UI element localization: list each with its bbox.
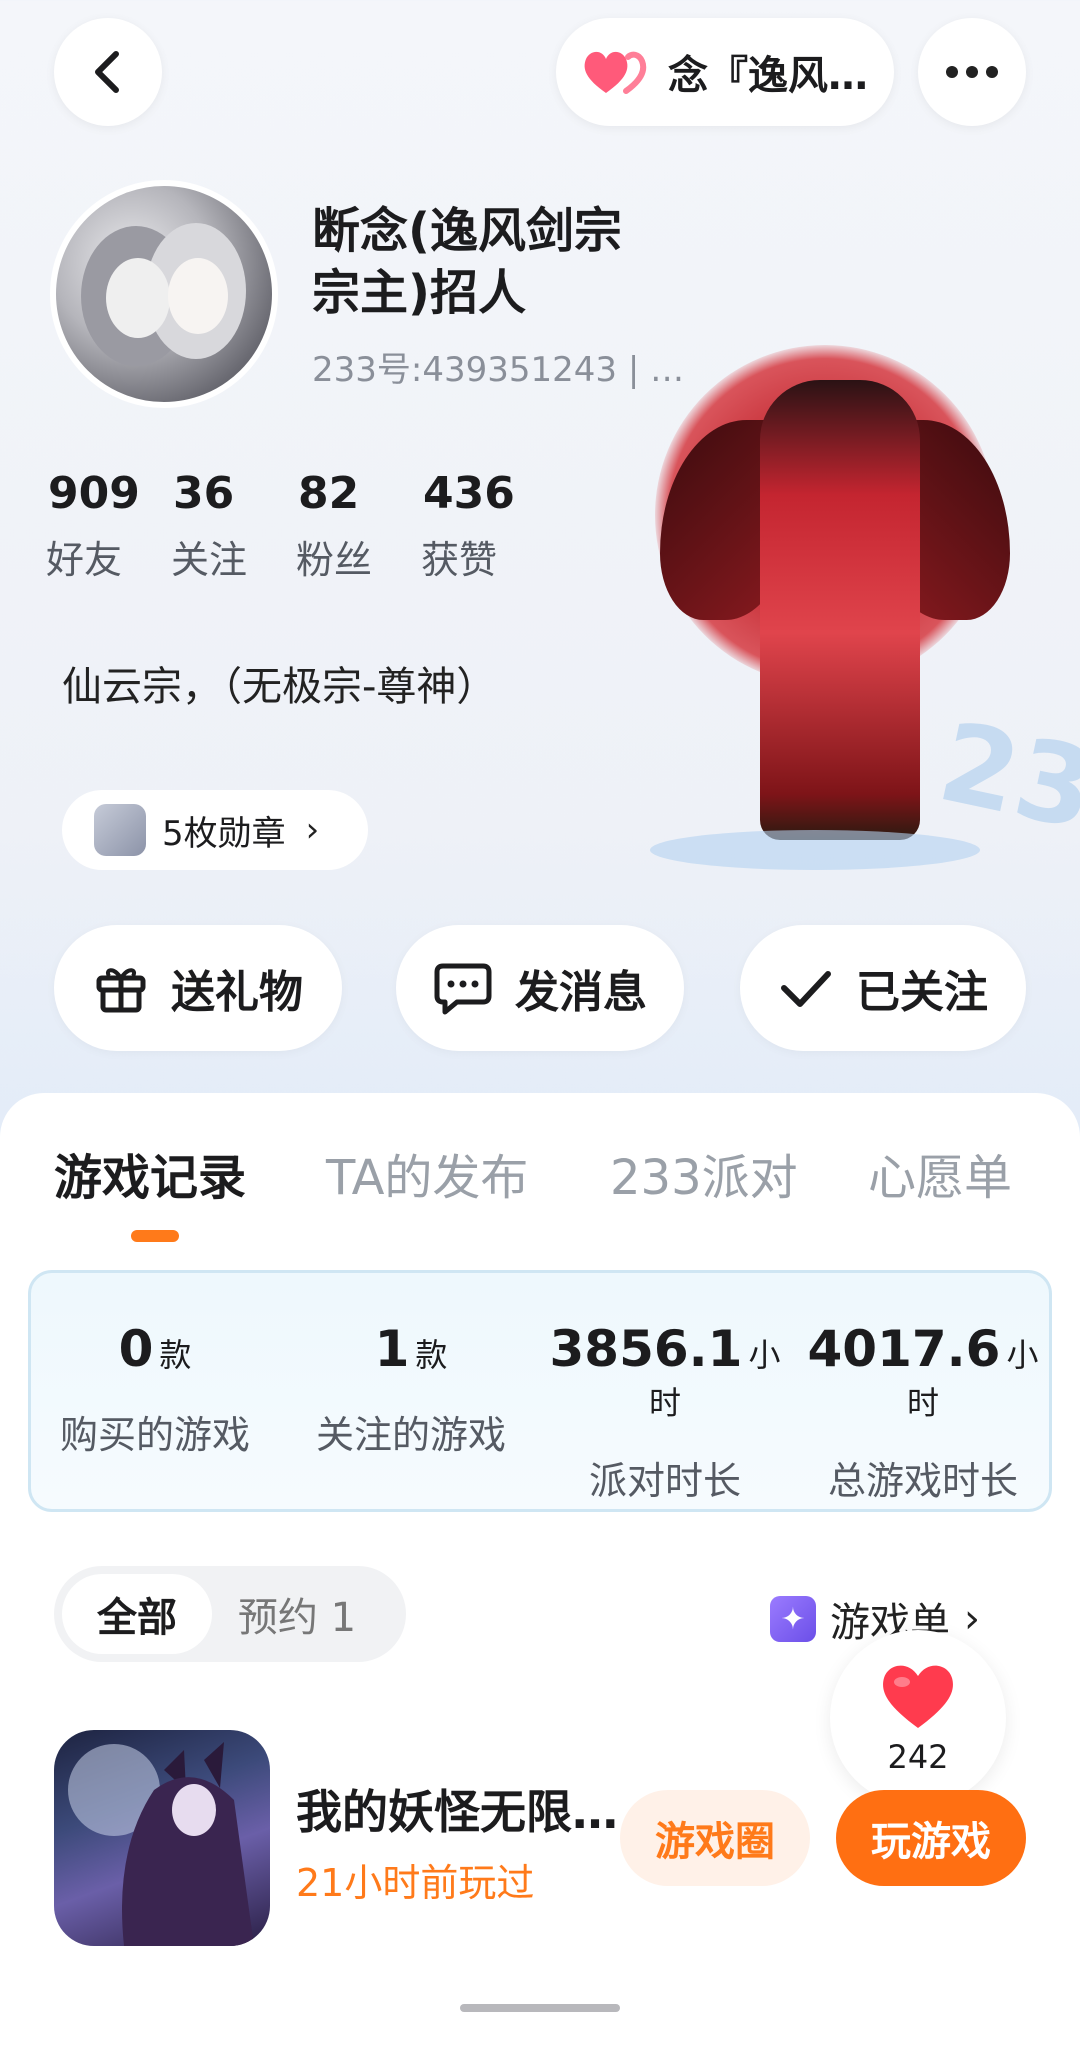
stat-label: 购买的游戏	[59, 1413, 250, 1457]
chevron-right-icon: ›	[964, 1596, 980, 1642]
username: 断念(逸风剑宗宗主)招人	[312, 203, 622, 321]
avatar-3d-figure[interactable]	[760, 380, 920, 840]
avatar-platform	[650, 830, 980, 870]
send-message-label: 发消息	[515, 967, 647, 1018]
stat-value: 0	[118, 1320, 154, 1378]
bio-text: 仙云宗，（无极宗-尊神）	[62, 664, 497, 710]
tab-party[interactable]: 233派对	[610, 1138, 798, 1208]
avatar[interactable]	[50, 180, 278, 408]
home-indicator[interactable]	[460, 2004, 620, 2012]
check-icon	[781, 971, 831, 1007]
dot-icon	[986, 66, 998, 78]
user-id[interactable]: 233号:439351243 | …	[312, 342, 684, 391]
tab-wishlist[interactable]: 心愿单	[868, 1138, 1012, 1208]
followed-label: 已关注	[856, 967, 988, 1018]
filter-all[interactable]: 全部	[62, 1574, 212, 1654]
chevron-left-icon	[95, 51, 119, 93]
stat-label: 粉丝	[296, 538, 373, 582]
stat-unit: 款	[415, 1336, 448, 1374]
send-message-button[interactable]: 发消息	[396, 925, 684, 1051]
play-game-button[interactable]: 玩游戏	[836, 1790, 1026, 1886]
stat-value: 4017.6	[807, 1320, 1001, 1378]
stat-value: 82	[298, 468, 360, 519]
heart-icon	[883, 1665, 953, 1728]
stat-value: 436	[423, 468, 515, 519]
stat-label: 关注的游戏	[315, 1413, 506, 1457]
stat-label: 关注	[171, 538, 248, 582]
send-gift-label: 送礼物	[171, 967, 303, 1018]
medals-label: 5枚勋章	[162, 813, 286, 854]
tab-indicator	[131, 1230, 179, 1242]
like-count: 242	[887, 1738, 949, 1776]
filter-segment: 全部 预约 1	[54, 1566, 406, 1662]
avatar-art	[81, 223, 246, 366]
stat-party-duration[interactable]: 3856.1 小时 派对时长	[540, 1320, 790, 1505]
companion-name-pill[interactable]: 念『逸风…	[556, 18, 894, 126]
game-icon[interactable]	[54, 1730, 270, 1946]
medal-icon	[94, 804, 146, 856]
game-circle-button[interactable]: 游戏圈	[620, 1790, 810, 1886]
send-gift-button[interactable]: 送礼物	[54, 925, 342, 1051]
stat-value: 909	[48, 468, 140, 519]
stat-total-duration[interactable]: 4017.6 小时 总游戏时长	[798, 1320, 1048, 1505]
companion-name: 念『逸风…	[668, 53, 868, 99]
dot-icon	[966, 66, 978, 78]
stat-fans[interactable]: 82 粉丝	[296, 468, 421, 584]
stat-label: 好友	[46, 538, 123, 582]
game-last-played: 21小时前玩过	[296, 1861, 535, 1905]
tab-posts[interactable]: TA的发布	[326, 1138, 528, 1208]
stat-label: 总游戏时长	[827, 1459, 1018, 1503]
stat-purchased-games[interactable]: 0款 购买的游戏	[40, 1320, 270, 1459]
tab-game-records[interactable]: 游戏记录	[54, 1138, 246, 1208]
gift-icon	[96, 968, 146, 1013]
stat-following[interactable]: 36 关注	[171, 468, 296, 584]
chevron-right-icon: ›	[305, 810, 320, 850]
stat-label: 获赞	[421, 538, 498, 582]
stat-label: 派对时长	[588, 1459, 741, 1503]
sparkle-icon: ✦	[770, 1596, 816, 1642]
dot-icon	[946, 66, 958, 78]
stat-unit: 款	[159, 1336, 192, 1374]
stat-friends[interactable]: 909 好友	[46, 468, 171, 584]
medals-button[interactable]: 5枚勋章 ›	[62, 790, 368, 870]
stat-likes[interactable]: 436 获赞	[421, 468, 546, 584]
chat-icon	[434, 963, 492, 1015]
like-button[interactable]: 242	[830, 1630, 1006, 1806]
more-button[interactable]	[918, 18, 1026, 126]
stat-value: 3856.1	[549, 1320, 743, 1378]
back-button[interactable]	[54, 18, 162, 126]
stat-followed-games[interactable]: 1款 关注的游戏	[296, 1320, 526, 1459]
double-heart-icon	[584, 51, 647, 94]
profile-stats: 909 好友 36 关注 82 粉丝 436 获赞	[46, 468, 546, 584]
stat-value: 1	[374, 1320, 410, 1378]
followed-button[interactable]: 已关注	[740, 925, 1026, 1051]
game-title[interactable]: 我的妖怪无限…	[296, 1776, 618, 1842]
stat-value: 36	[173, 468, 235, 519]
filter-reserved[interactable]: 预约 1	[212, 1574, 382, 1654]
game-art	[68, 1742, 254, 1946]
